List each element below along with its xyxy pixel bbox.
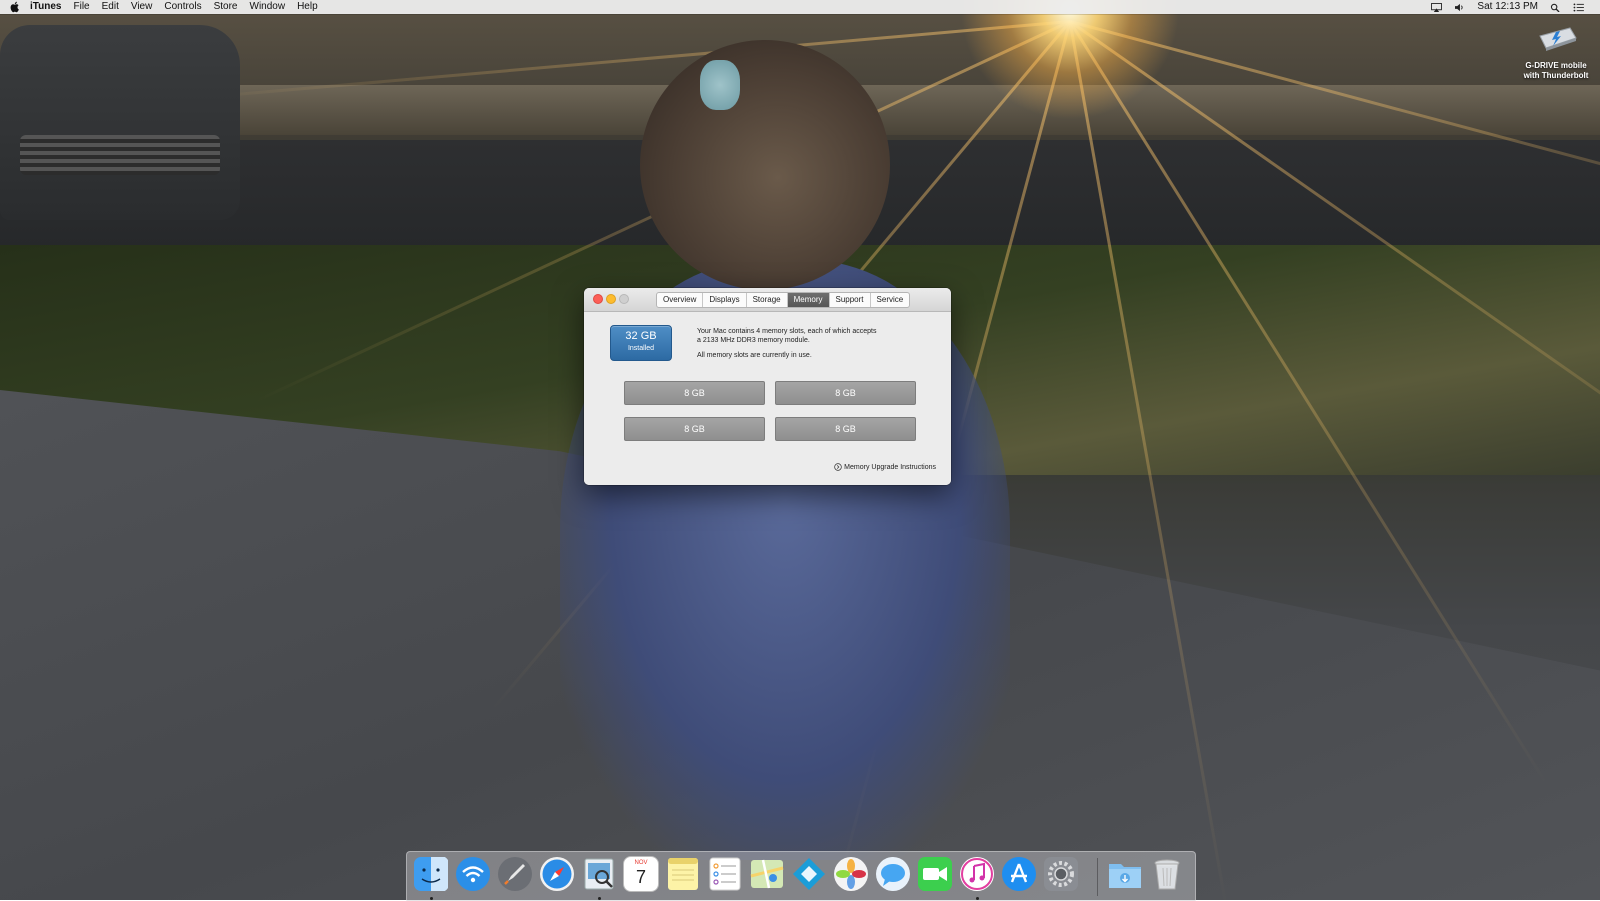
g-drive-desktop-icon[interactable]: G-DRIVE mobile with Thunderbolt xyxy=(1520,26,1592,81)
menu-bar: iTunes File Edit View Controls Store Win… xyxy=(0,0,1600,14)
itunes-icon[interactable] xyxy=(959,856,995,892)
memory-slot-status: All memory slots are currently in use. xyxy=(697,352,812,359)
preview-icon[interactable] xyxy=(581,856,617,892)
memory-slot-4: 8 GB xyxy=(775,417,916,441)
tab-displays[interactable]: Displays xyxy=(703,293,747,307)
memory-panel: 32 GB Installed Your Mac contains 4 memo… xyxy=(584,312,951,485)
memory-upgrade-link[interactable]: Memory Upgrade Instructions xyxy=(834,463,936,471)
maps-icon[interactable] xyxy=(749,856,785,892)
zoom-button[interactable] xyxy=(619,294,629,304)
notification-center-icon[interactable] xyxy=(1573,2,1584,12)
wifi-icon[interactable] xyxy=(455,856,491,892)
menu-edit[interactable]: Edit xyxy=(96,0,125,14)
drive-label-line1: G-DRIVE mobile xyxy=(1525,61,1587,70)
memory-description: Your Mac contains 4 memory slots, each o… xyxy=(697,328,897,368)
photos-icon[interactable] xyxy=(833,856,869,892)
memory-slot-3: 8 GB xyxy=(624,417,765,441)
installed-memory-size: 32 GB xyxy=(625,330,657,342)
menubar-clock[interactable]: Sat 12:13 PM xyxy=(1471,0,1544,14)
tab-service[interactable]: Service xyxy=(871,293,910,307)
wallpaper-truck xyxy=(0,25,240,220)
about-this-mac-window: Overview Displays Storage Memory Support… xyxy=(584,288,951,485)
menu-view[interactable]: View xyxy=(125,0,159,14)
menu-window[interactable]: Window xyxy=(244,0,292,14)
dock: NOV 7 xyxy=(406,851,1196,901)
safari-icon[interactable] xyxy=(539,856,575,892)
spotlight-search-icon[interactable] xyxy=(1550,3,1561,12)
system-preferences-icon[interactable] xyxy=(1043,856,1079,892)
menu-file[interactable]: File xyxy=(67,0,95,14)
app-menu[interactable]: iTunes xyxy=(24,0,67,14)
menu-controls[interactable]: Controls xyxy=(158,0,207,14)
memory-description-line1: Your Mac contains 4 memory slots, each o… xyxy=(697,328,877,335)
facetime-icon[interactable] xyxy=(917,856,953,892)
trash-icon[interactable] xyxy=(1149,856,1185,892)
tab-memory[interactable]: Memory xyxy=(787,293,830,307)
apple-menu-icon[interactable] xyxy=(10,1,20,13)
installed-memory-label: Installed xyxy=(627,345,655,352)
memory-description-line2: a 2133 MHz DDR3 memory module. xyxy=(697,336,810,344)
tab-support[interactable]: Support xyxy=(830,293,871,307)
kodi-icon[interactable] xyxy=(791,856,827,892)
memory-slot-1: 8 GB xyxy=(624,381,765,405)
reminders-icon[interactable] xyxy=(707,856,743,892)
finder-icon[interactable] xyxy=(413,856,449,892)
tab-bar: Overview Displays Storage Memory Support… xyxy=(656,292,911,308)
notes-icon[interactable] xyxy=(665,856,701,892)
external-drive-icon xyxy=(1539,27,1577,51)
wallpaper-child-head xyxy=(640,40,890,290)
menu-store[interactable]: Store xyxy=(208,0,244,14)
messages-icon[interactable] xyxy=(875,856,911,892)
window-titlebar[interactable]: Overview Displays Storage Memory Support… xyxy=(584,288,951,312)
tab-overview[interactable]: Overview xyxy=(657,293,704,307)
calendar-month: NOV xyxy=(634,860,648,866)
close-button[interactable] xyxy=(593,294,603,304)
calendar-icon[interactable]: NOV 7 xyxy=(623,856,659,892)
memory-upgrade-link-label[interactable]: Memory Upgrade Instructions xyxy=(844,464,936,471)
downloads-folder-icon[interactable] xyxy=(1107,856,1143,892)
menu-help[interactable]: Help xyxy=(291,0,324,14)
dock-separator xyxy=(1097,858,1098,896)
tab-storage[interactable]: Storage xyxy=(747,293,788,307)
wallpaper-hair-bow xyxy=(700,60,740,110)
memory-slot-2: 8 GB xyxy=(775,381,916,405)
airplay-icon[interactable] xyxy=(1431,2,1443,12)
calendar-day: 7 xyxy=(635,867,646,887)
volume-icon[interactable] xyxy=(1454,3,1465,12)
minimize-button[interactable] xyxy=(606,294,616,304)
launchpad-icon[interactable] xyxy=(497,856,533,892)
arrow-circle-icon xyxy=(834,463,842,471)
app-store-icon[interactable] xyxy=(1001,856,1037,892)
drive-label-line2: with Thunderbolt xyxy=(1523,71,1589,80)
installed-memory-badge: 32 GB Installed xyxy=(610,325,672,361)
